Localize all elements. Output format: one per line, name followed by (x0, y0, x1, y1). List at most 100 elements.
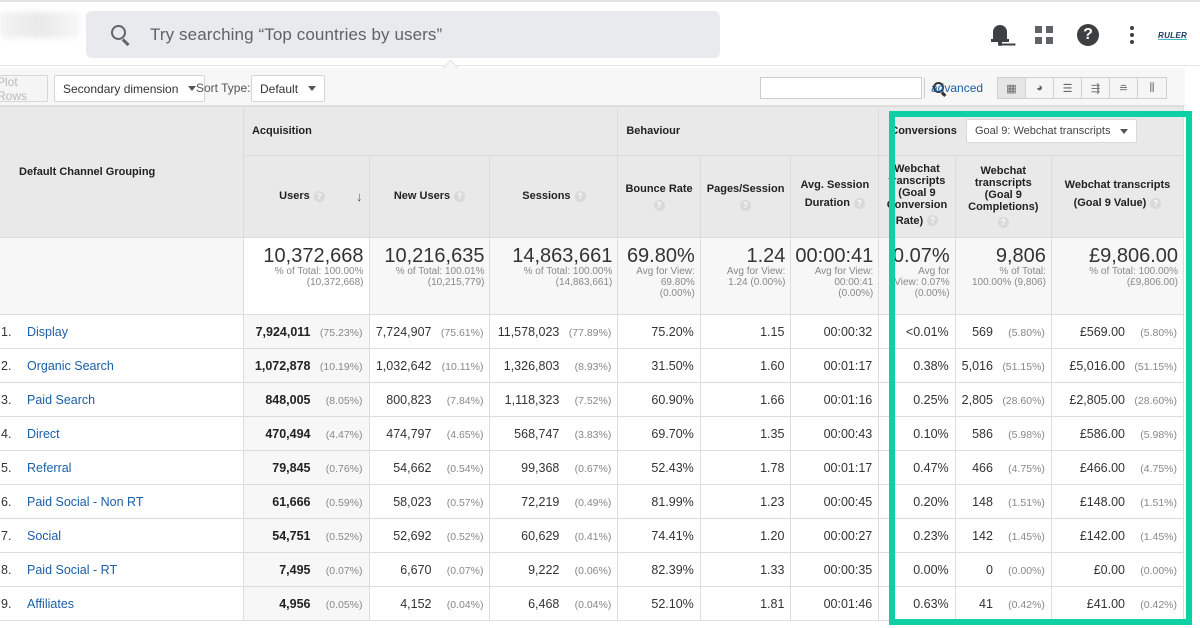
help-icon[interactable]: ? (313, 190, 325, 202)
table-filter-input[interactable] (761, 78, 924, 98)
goal-value-pct: (1.51%) (1140, 496, 1177, 509)
pivot-view-icon[interactable]: ⫼ (1138, 78, 1166, 98)
secondary-dimension-dropdown[interactable]: Secondary dimension (54, 75, 206, 102)
goal-value-pct: (0.42%) (1140, 598, 1177, 611)
conv-rate-label-5: Rate) (895, 214, 924, 227)
sessions-column-header[interactable]: Sessions? (489, 155, 619, 238)
channel-link[interactable]: Organic Search (27, 359, 114, 373)
advanced-filter-link[interactable]: advanced (931, 81, 983, 95)
performance-view-icon[interactable]: ☰ (1054, 78, 1082, 98)
sort-type-dropdown[interactable]: Default (251, 75, 326, 102)
search-icon[interactable] (924, 78, 944, 98)
new-users-pct: (0.52%) (446, 530, 484, 543)
table-row: 9. Affiliates 4,956 (0.05%) 4,152 (0.04%) 6… (0, 586, 1185, 621)
completions-label-2: transcripts (974, 177, 1032, 189)
users-pct: (0.52%) (325, 530, 363, 543)
users-pct: (10.19%) (319, 360, 363, 373)
notifications-button[interactable] (986, 21, 1014, 49)
completions-value: 5,016 (961, 358, 993, 373)
channel-cell: 9. Affiliates (0, 586, 244, 621)
channel-link[interactable]: Referral (27, 461, 71, 475)
goal-value-pct: (5.98%) (1140, 428, 1177, 441)
channel-link[interactable]: Social (27, 529, 61, 543)
help-icon[interactable]: ? (927, 215, 939, 227)
help-icon[interactable]: ? (1150, 197, 1162, 209)
users-value: 7,924,011 (255, 324, 311, 339)
table-row: 3. Paid Search 848,005 (8.05%) 800,823 (7.8… (0, 382, 1185, 417)
channel-cell: 4. Direct (0, 416, 244, 451)
completions-value: 466 (972, 460, 993, 475)
goal-value: £5,016.00 (1069, 358, 1125, 373)
users-column-header[interactable]: Users? ↓ (242, 155, 370, 238)
completions-column-header[interactable]: Webchat transcripts (Goal 9 Completions)… (954, 155, 1052, 238)
users-cell: 4,956 (0.05%) (242, 586, 370, 621)
total-pages-session: 1.24 Avg for View: 1.24 (0.00%) (699, 237, 792, 315)
table-row: 4. Direct 470,494 (4.47%) 474,797 (4.65%) 5… (0, 416, 1185, 451)
conversion-rate-cell: 0.10% (878, 416, 956, 451)
account-selector[interactable] (0, 12, 80, 38)
pages-session-column-header[interactable]: Pages/Session? (699, 155, 792, 238)
channel-cell: 5. Referral (0, 450, 244, 485)
users-value: 470,494 (265, 426, 311, 441)
goal-value: £142.00 (1079, 528, 1125, 543)
sessions-cell: 99,368 (0.67%) (489, 450, 619, 485)
channel-link[interactable]: Affiliates (27, 597, 74, 611)
channel-link[interactable]: Paid Social - Non RT (27, 495, 144, 509)
row-index: 4. (1, 426, 12, 441)
goal-value-cell: £569.00 (5.80%) (1050, 314, 1185, 349)
avg-duration-cell: 00:01:46 (790, 586, 880, 621)
channel-link[interactable]: Display (27, 325, 68, 339)
bounce-rate-column-header[interactable]: Bounce Rate? (617, 155, 701, 238)
pages-session-label: Pages/Session (706, 182, 785, 195)
channel-link[interactable]: Paid Social - RT (27, 563, 117, 577)
dimension-header[interactable]: Default Channel Grouping (0, 106, 244, 238)
completions-cell: 41 (0.42%) (954, 586, 1052, 621)
goal-value: £0.00 (1093, 562, 1125, 577)
row-index: 3. (1, 392, 12, 407)
sessions-pct: (0.67%) (574, 462, 612, 475)
goal-value: £586.00 (1079, 426, 1125, 441)
plot-rows-button[interactable]: Plot Rows (0, 75, 48, 103)
help-icon[interactable]: ? (997, 217, 1009, 228)
goal-selector-dropdown[interactable]: Goal 9: Webchat transcripts (965, 119, 1138, 143)
new-users-column-header[interactable]: New Users? (368, 155, 491, 238)
help-icon[interactable]: ? (574, 190, 586, 202)
completions-label-4: Completions) (968, 201, 1039, 213)
conversion-rate-column-header[interactable]: Webchat transcripts (Goal 9 Conversion R… (878, 155, 956, 238)
pages-session-cell: 1.78 (699, 450, 792, 485)
completions-pct: (5.98%) (1008, 428, 1045, 441)
search-icon (110, 24, 132, 46)
apps-button[interactable] (1030, 21, 1058, 49)
channel-link[interactable]: Paid Search (27, 393, 95, 407)
avg-session-duration-column-header[interactable]: Avg. Session Duration? (790, 155, 880, 238)
new-users-cell: 474,797 (4.65%) (368, 416, 491, 451)
report-toolbar: Plot Rows Secondary dimension Sort Type:… (0, 68, 1185, 106)
more-options-button[interactable] (1118, 21, 1146, 49)
avg-session-duration-label-1: Avg. Session (800, 179, 870, 191)
comparison-view-icon[interactable]: ⇶ (1082, 78, 1110, 98)
help-icon[interactable]: ? (853, 197, 865, 209)
bounce-rate-cell: 81.99% (617, 484, 701, 519)
new-users-cell: 4,152 (0.04%) (368, 586, 491, 621)
top-icons: ? RULER (970, 20, 1200, 50)
goal-value-column-header[interactable]: Webchat transcripts (Goal 9 Value)? (1050, 155, 1185, 238)
pages-session-cell: 1.23 (699, 484, 792, 519)
help-icon[interactable]: ? (454, 190, 466, 202)
new-users-cell: 7,724,907 (75.61%) (368, 314, 491, 349)
pie-view-icon[interactable]: ◕ (1026, 78, 1054, 98)
term-cloud-view-icon[interactable]: ≘ (1110, 78, 1138, 98)
chevron-down-icon (1120, 128, 1129, 134)
help-icon[interactable]: ? (653, 199, 665, 211)
row-index: 2. (1, 358, 12, 373)
table-row: 2. Organic Search 1,072,878 (10.19%) 1,032… (0, 348, 1185, 383)
chevron-down-icon (308, 86, 317, 91)
help-icon[interactable]: ? (740, 199, 752, 211)
sessions-value: 99,368 (521, 460, 560, 475)
table-view-icon[interactable]: ▦ (998, 78, 1026, 98)
search-placeholder: Try searching “Top countries by users” (150, 24, 443, 44)
channel-link[interactable]: Direct (27, 427, 60, 441)
global-search-box[interactable]: Try searching “Top countries by users” (86, 11, 720, 58)
help-button[interactable]: ? (1074, 21, 1102, 49)
sort-desc-icon[interactable]: ↓ (356, 190, 363, 203)
users-cell: 7,924,011 (75.23%) (242, 314, 370, 349)
